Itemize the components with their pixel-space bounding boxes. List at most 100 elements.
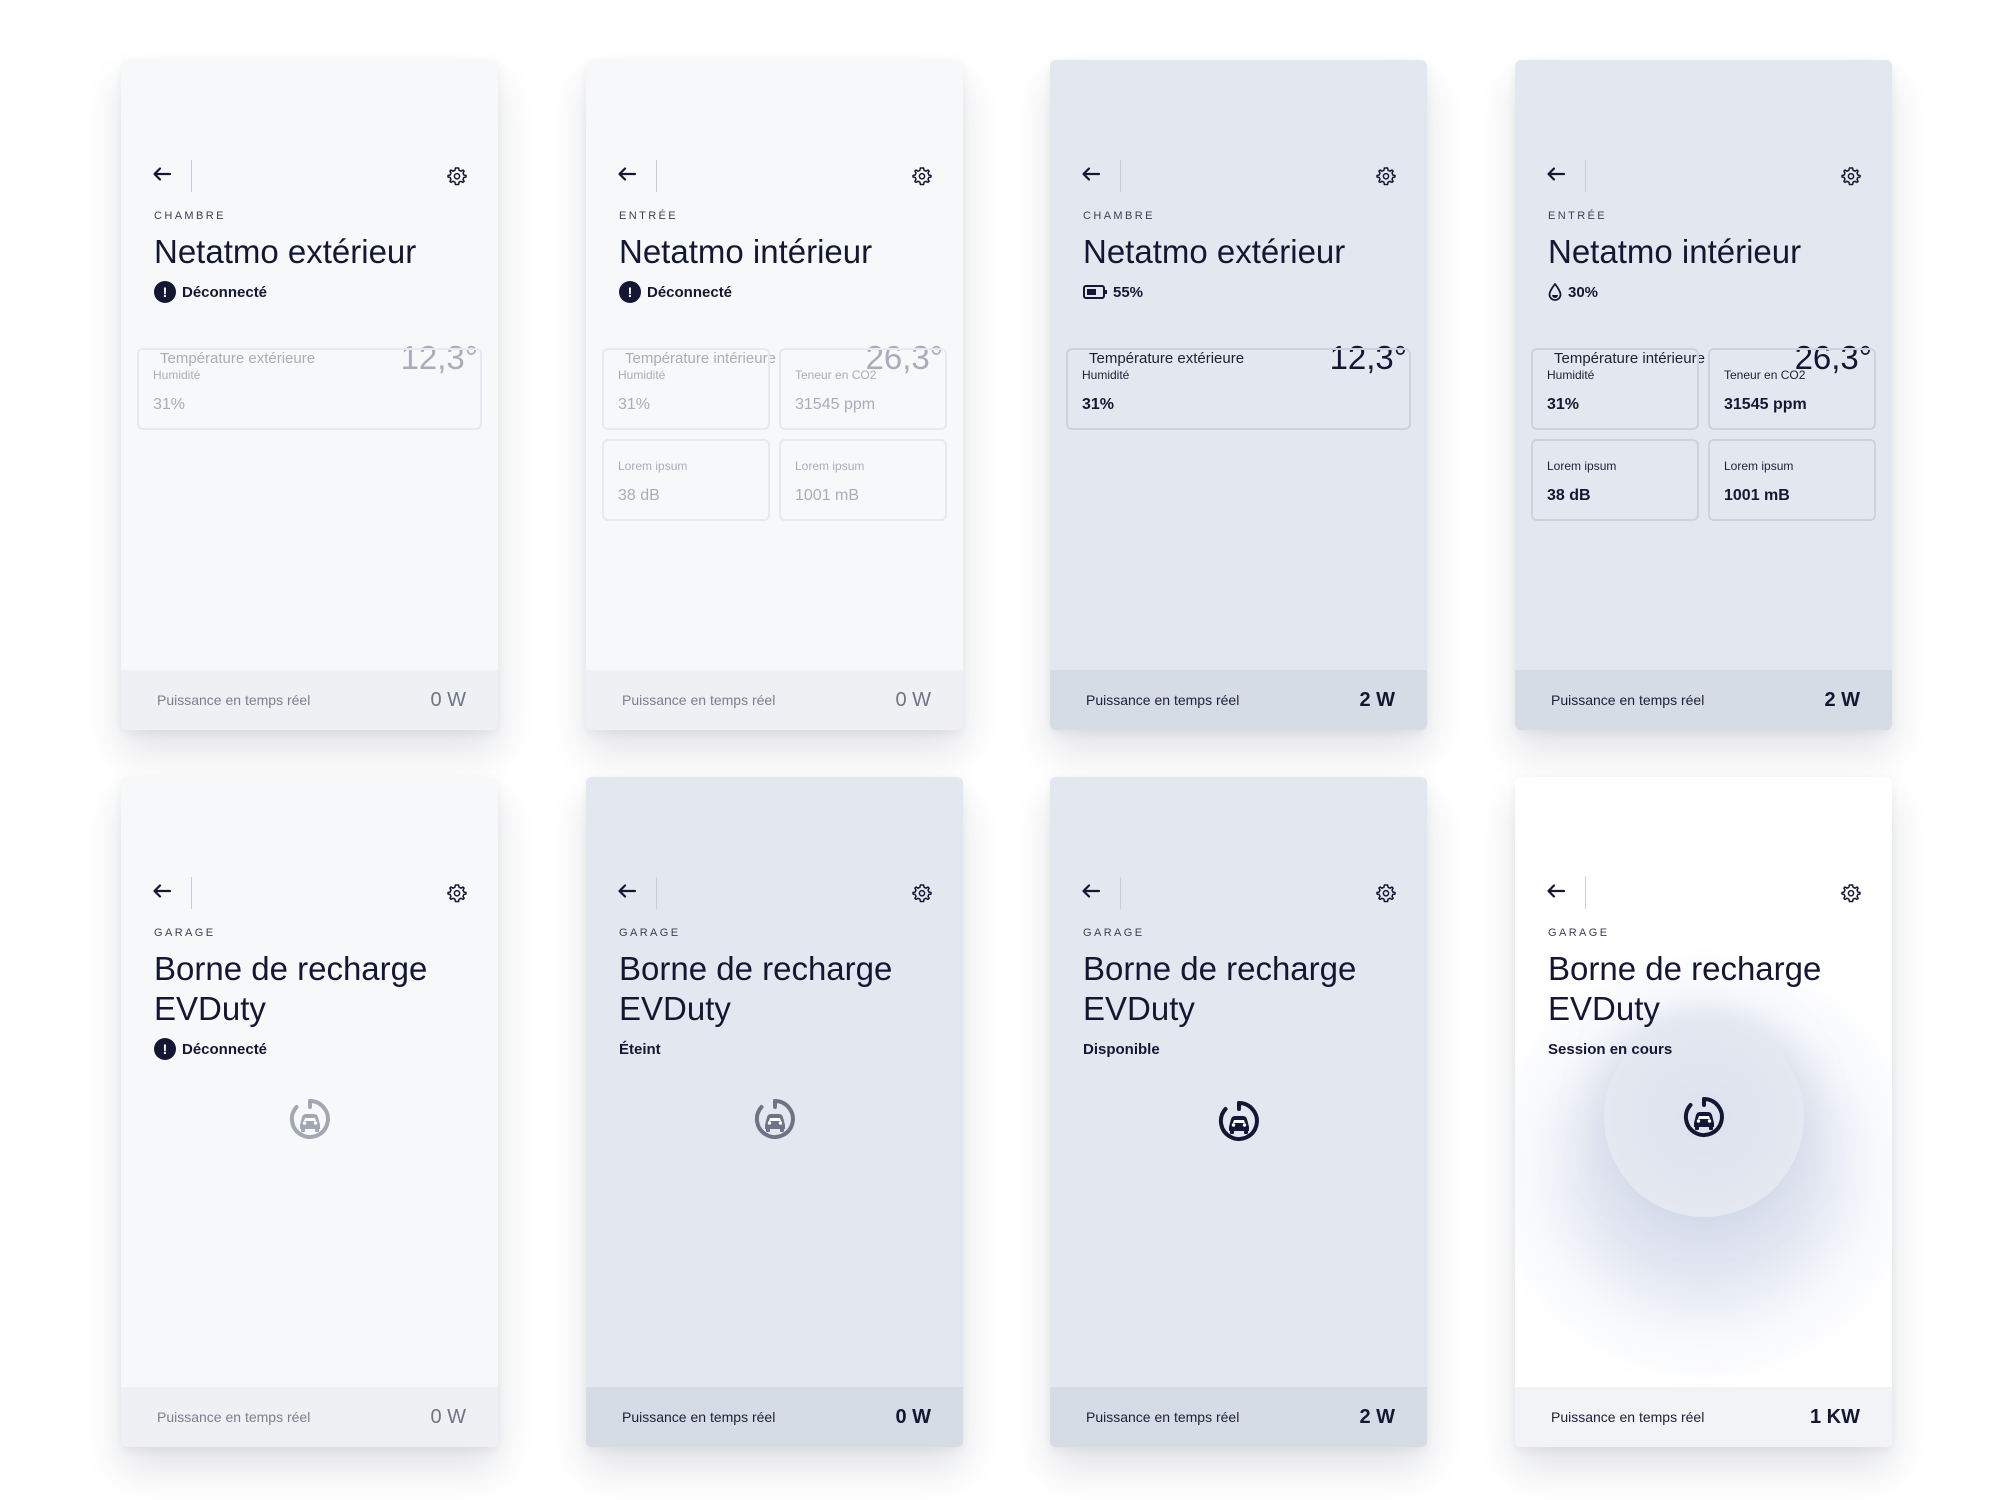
tile-label: Lorem ipsum bbox=[1547, 459, 1617, 473]
divider bbox=[191, 160, 192, 192]
tile-pressure: Lorem ipsum 1001 mB bbox=[1708, 439, 1876, 521]
divider bbox=[656, 877, 657, 909]
gear-icon[interactable] bbox=[912, 883, 932, 903]
tile-humidity: Humidité 31% bbox=[602, 348, 770, 430]
arrow-left-icon[interactable] bbox=[152, 883, 172, 899]
status-badge: ! Déconnecté bbox=[619, 280, 732, 304]
card-netatmo-interieur-active: ENTRÉE Netatmo intérieur 30% Température… bbox=[1515, 60, 1892, 730]
divider bbox=[1585, 160, 1586, 192]
tile-label: Humidité bbox=[1082, 368, 1130, 382]
power-footer: Puissance en temps réel 2 W bbox=[1050, 1387, 1427, 1447]
status-badge: Éteint bbox=[619, 1037, 661, 1061]
power-value: 2 W bbox=[1359, 1405, 1395, 1428]
tile-value: 38 dB bbox=[1547, 487, 1591, 504]
card-evduty-off: GARAGE Borne de recharge EVDuty Éteint P… bbox=[586, 777, 963, 1447]
power-value: 0 W bbox=[895, 1405, 931, 1428]
status-badge: 55% bbox=[1083, 280, 1143, 304]
tile-label: Lorem ipsum bbox=[795, 459, 865, 473]
power-value: 2 W bbox=[1359, 688, 1395, 711]
tile-humidity: Humidité 31% bbox=[137, 348, 482, 430]
device-title: Netatmo intérieur bbox=[619, 233, 873, 270]
arrow-left-icon[interactable] bbox=[617, 166, 637, 182]
room-label: CHAMBRE bbox=[1083, 210, 1155, 222]
tile-value: 31% bbox=[1547, 396, 1580, 413]
tile-humidity: Humidité 31% bbox=[1531, 348, 1699, 430]
divider bbox=[1120, 160, 1121, 192]
card-evduty-disconnected: GARAGE Borne de recharge EVDuty ! Déconn… bbox=[121, 777, 498, 1447]
room-label: ENTRÉE bbox=[1548, 210, 1608, 222]
power-label: Puissance en temps réel bbox=[1551, 1409, 1705, 1425]
tile-value: 38 dB bbox=[618, 487, 660, 504]
card-evduty-charging: GARAGE Borne de recharge EVDuty Session … bbox=[1515, 777, 1892, 1447]
tile-label: Humidité bbox=[153, 368, 201, 382]
divider bbox=[1120, 877, 1121, 909]
arrow-left-icon[interactable] bbox=[1081, 883, 1101, 899]
status-badge: 30% bbox=[1548, 280, 1598, 304]
gear-icon[interactable] bbox=[1841, 166, 1861, 186]
power-footer: Puissance en temps réel 0 W bbox=[121, 1387, 498, 1447]
status-badge: ! Déconnecté bbox=[154, 280, 267, 304]
power-footer: Puissance en temps réel 2 W bbox=[1050, 670, 1427, 730]
tile-value: 1001 mB bbox=[795, 487, 860, 504]
tile-humidity: Humidité 31% bbox=[1066, 348, 1411, 430]
power-footer: Puissance en temps réel 1 KW bbox=[1515, 1387, 1892, 1447]
ev-charger-icon[interactable] bbox=[753, 1097, 797, 1141]
gear-icon[interactable] bbox=[447, 166, 467, 186]
arrow-left-icon[interactable] bbox=[1546, 883, 1566, 899]
tile-value: 31% bbox=[618, 396, 651, 413]
power-footer: Puissance en temps réel 2 W bbox=[1515, 670, 1892, 730]
room-label: ENTRÉE bbox=[619, 210, 679, 222]
power-label: Puissance en temps réel bbox=[1086, 692, 1240, 708]
device-title: Borne de recharge EVDuty bbox=[619, 950, 893, 1027]
gear-icon[interactable] bbox=[447, 883, 467, 903]
power-footer: Puissance en temps réel 0 W bbox=[586, 670, 963, 730]
arrow-left-icon[interactable] bbox=[617, 883, 637, 899]
power-label: Puissance en temps réel bbox=[1551, 692, 1705, 708]
ev-charger-icon[interactable] bbox=[288, 1097, 332, 1141]
power-value: 2 W bbox=[1824, 688, 1860, 711]
drop-icon bbox=[1548, 283, 1562, 301]
status-badge: Session en cours bbox=[1548, 1037, 1672, 1061]
exclamation-icon: ! bbox=[619, 281, 641, 303]
device-title: Netatmo extérieur bbox=[154, 233, 417, 270]
room-label: GARAGE bbox=[1083, 927, 1145, 939]
battery-icon bbox=[1083, 285, 1107, 299]
tile-sound: Lorem ipsum 38 dB bbox=[602, 439, 770, 521]
arrow-left-icon[interactable] bbox=[152, 166, 172, 182]
tile-label: Teneur en CO2 bbox=[795, 368, 877, 382]
gear-icon[interactable] bbox=[1841, 883, 1861, 903]
power-label: Puissance en temps réel bbox=[157, 1409, 311, 1425]
power-value: 1 KW bbox=[1810, 1405, 1860, 1428]
device-title: Borne de recharge EVDuty bbox=[1083, 950, 1357, 1027]
tile-label: Lorem ipsum bbox=[1724, 459, 1794, 473]
ev-charger-icon[interactable] bbox=[1217, 1099, 1261, 1143]
gear-icon[interactable] bbox=[1376, 883, 1396, 903]
tile-value: 31% bbox=[1082, 396, 1115, 413]
power-footer: Puissance en temps réel 0 W bbox=[586, 1387, 963, 1447]
tile-label: Teneur en CO2 bbox=[1724, 368, 1806, 382]
arrow-left-icon[interactable] bbox=[1081, 166, 1101, 182]
device-title: Netatmo intérieur bbox=[1548, 233, 1802, 270]
device-title: Borne de recharge EVDuty bbox=[1548, 950, 1822, 1027]
tile-label: Lorem ipsum bbox=[618, 459, 688, 473]
device-title: Borne de recharge EVDuty bbox=[154, 950, 428, 1027]
divider bbox=[1585, 877, 1586, 909]
gear-icon[interactable] bbox=[1376, 166, 1396, 186]
room-label: CHAMBRE bbox=[154, 210, 226, 222]
tile-label: Humidité bbox=[618, 368, 666, 382]
room-label: GARAGE bbox=[619, 927, 681, 939]
status-text: Déconnecté bbox=[182, 283, 268, 301]
divider bbox=[191, 877, 192, 909]
tile-pressure: Lorem ipsum 1001 mB bbox=[779, 439, 947, 521]
card-netatmo-exterieur-disconnected: CHAMBRE Netatmo extérieur ! Déconnecté T… bbox=[121, 60, 498, 730]
tile-co2: Teneur en CO2 31545 ppm bbox=[1708, 348, 1876, 430]
gear-icon[interactable] bbox=[912, 166, 932, 186]
card-netatmo-interieur-disconnected: ENTRÉE Netatmo intérieur ! Déconnecté Te… bbox=[586, 60, 963, 730]
power-value: 0 W bbox=[430, 1405, 466, 1428]
room-label: GARAGE bbox=[1548, 927, 1610, 939]
status-badge: ! Déconnecté bbox=[154, 1037, 267, 1061]
arrow-left-icon[interactable] bbox=[1546, 166, 1566, 182]
power-label: Puissance en temps réel bbox=[622, 1409, 776, 1425]
tile-value: 31% bbox=[153, 396, 186, 413]
ev-charger-icon[interactable] bbox=[1682, 1095, 1726, 1139]
